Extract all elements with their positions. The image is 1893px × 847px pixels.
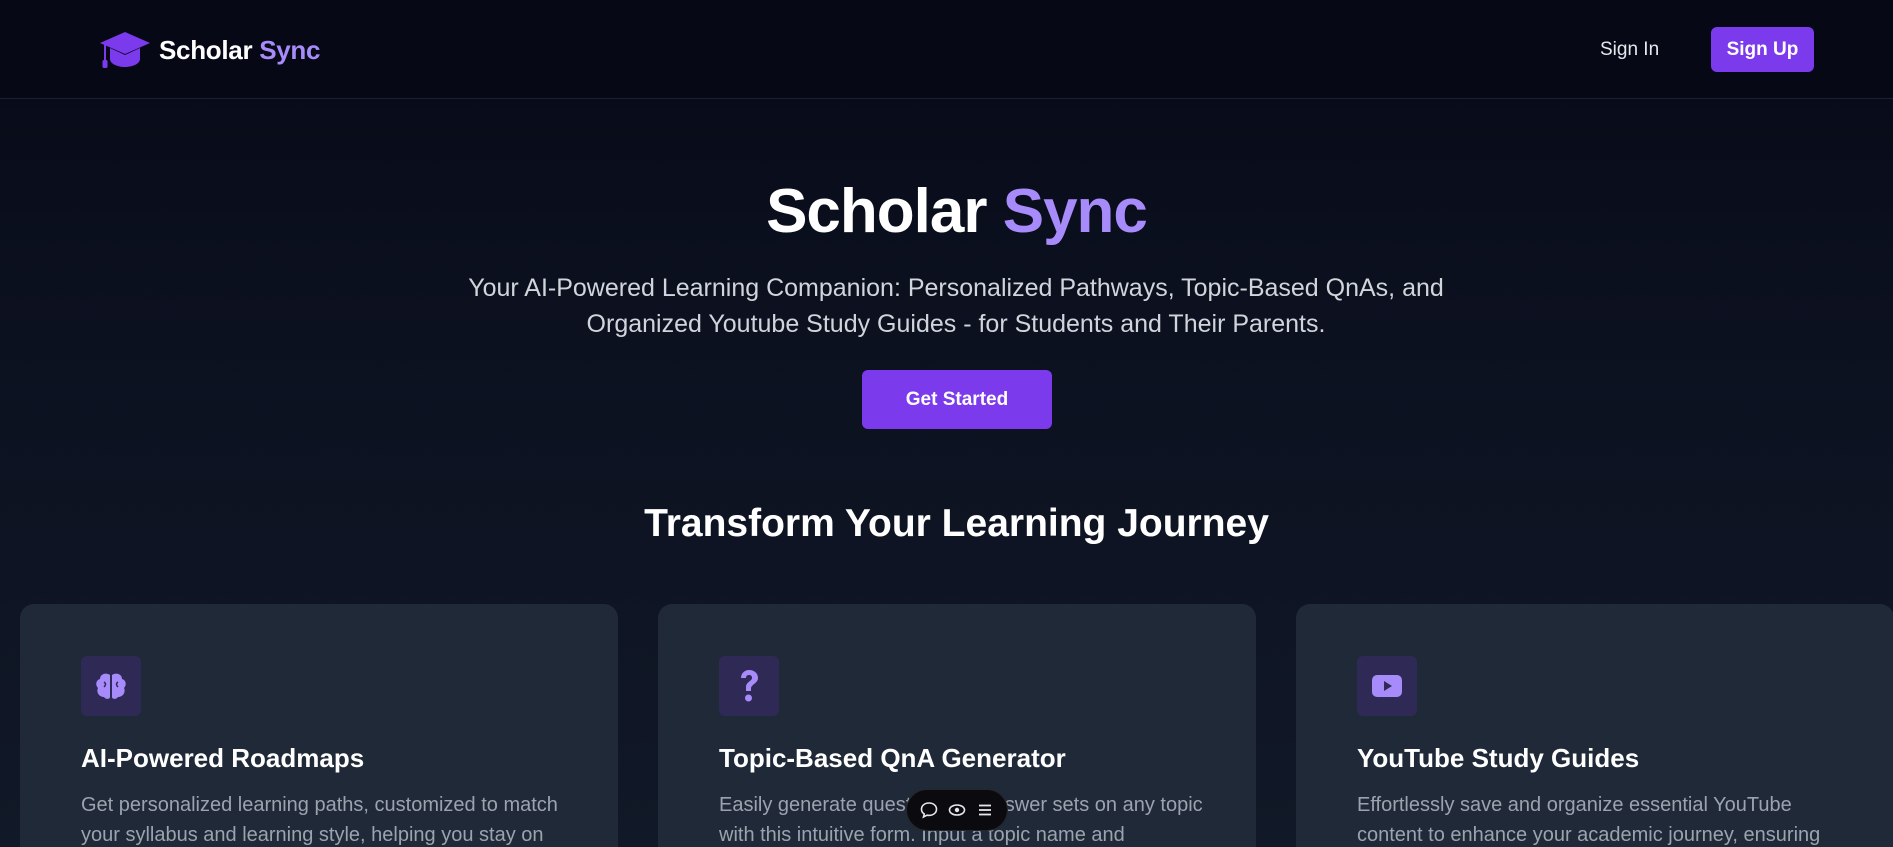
sign-up-button[interactable]: Sign Up [1711,27,1814,72]
feature-card-title: AI-Powered Roadmaps [81,743,365,773]
feature-card-youtube[interactable]: YouTube Study Guides Effortlessly save a… [1296,604,1893,847]
hero-subtitle-line2: Organized Youtube Study Guides - for Stu… [586,310,1326,338]
brand-name: Scholar Sync [159,35,320,66]
hero-title: Scholar Sync [0,176,1893,248]
brand-name-main: Scholar [159,34,253,65]
feature-card-title: Topic-Based QnA Generator [719,743,1066,773]
features-section-title: Transform Your Learning Journey [644,502,1269,545]
graduation-cap-icon [100,32,150,68]
floating-toolbar [906,789,1008,831]
hero-subtitle: Your AI-Powered Learning Companion: Pers… [446,270,1466,342]
chat-bubble-icon[interactable] [919,800,939,820]
feature-card-title: YouTube Study Guides [1357,743,1640,773]
brand-name-accent: Sync [259,34,321,65]
brand-logo[interactable]: Scholar Sync [99,28,320,72]
brain-icon [81,656,141,716]
eye-icon[interactable] [947,800,967,820]
hero-subtitle-line1: Your AI-Powered Learning Companion: Pers… [468,274,1444,302]
feature-card-description: Get personalized learning paths, customi… [81,794,558,846]
youtube-play-icon [1357,656,1417,716]
hero-title-accent: Sync [1002,177,1148,246]
question-mark-icon [719,656,779,716]
hero-title-main: Scholar [766,177,987,246]
feature-card-description: Effortlessly save and organize essential… [1357,794,1821,846]
feature-card-roadmaps[interactable]: AI-Powered Roadmaps Get personalized lea… [20,604,618,847]
menu-icon[interactable] [975,800,995,820]
get-started-button[interactable]: Get Started [862,370,1052,429]
sign-in-button[interactable]: Sign In [1600,34,1659,66]
navbar: Scholar Sync Sign In Sign Up [0,0,1893,99]
